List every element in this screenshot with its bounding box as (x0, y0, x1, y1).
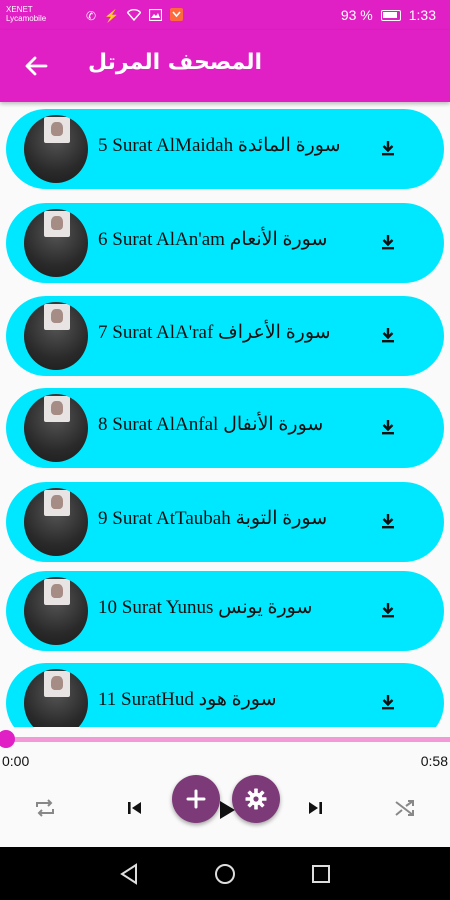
repeat-icon[interactable] (32, 795, 58, 821)
download-icon[interactable] (380, 418, 396, 436)
surah-list[interactable]: 5 Surat AlMaidah سورة المائدة 6 Surat Al… (0, 102, 450, 727)
arrow-back-icon[interactable] (22, 52, 50, 80)
image-icon (148, 8, 163, 23)
list-item[interactable]: 8 Surat AlAnfal سورة الأنفال (6, 388, 444, 468)
download-icon[interactable] (380, 693, 396, 711)
battery-percent: 93 % (340, 7, 373, 23)
reciter-avatar (24, 302, 88, 370)
app-bar: المصحف المرتل (0, 30, 450, 102)
download-icon[interactable] (380, 326, 396, 344)
reciter-avatar (24, 488, 88, 556)
seek-bar[interactable] (0, 727, 450, 751)
surah-title: 6 Surat AlAn'am سورة الأنعام (98, 229, 328, 250)
notification-icon (170, 8, 184, 23)
wifi-icon (126, 8, 142, 23)
phone-icon: ✆ (86, 8, 97, 23)
system-nav-bar (0, 847, 450, 900)
status-icons: ✆ ⚡ (86, 8, 184, 23)
seek-track[interactable] (8, 737, 450, 742)
download-icon[interactable] (380, 601, 396, 619)
nav-back-icon[interactable] (116, 861, 142, 887)
player-controls (0, 775, 450, 847)
download-icon[interactable] (380, 512, 396, 530)
nav-recents-icon[interactable] (308, 861, 334, 887)
list-item[interactable]: 6 Surat AlAn'am سورة الأنعام (6, 203, 444, 283)
plus-icon (186, 789, 206, 809)
settings-button[interactable] (232, 775, 280, 823)
download-icon[interactable] (380, 233, 396, 251)
carrier-subname: Lycamobile (6, 14, 47, 23)
surah-title: 7 Surat AlA'raf سورة الأعراف (98, 322, 331, 343)
surah-title: 11 SuratHud سورة هود (98, 689, 277, 710)
list-item[interactable]: 9 Surat AtTaubah سورة التوبة (6, 482, 444, 562)
shuffle-icon[interactable] (392, 795, 418, 821)
list-item[interactable]: 11 SuratHud سورة هود (6, 663, 444, 727)
total-duration: 0:58 (420, 753, 448, 769)
list-item[interactable]: 10 Surat Yunus سورة يونس (6, 571, 444, 651)
nav-home-icon[interactable] (212, 861, 238, 887)
surah-title: 8 Surat AlAnfal سورة الأنفال (98, 414, 324, 435)
surah-title: 10 Surat Yunus سورة يونس (98, 597, 313, 618)
download-icon[interactable] (380, 139, 396, 157)
list-item[interactable]: 7 Surat AlA'raf سورة الأعراف (6, 296, 444, 376)
page-title: المصحف المرتل (88, 50, 263, 75)
battery-icon (380, 9, 401, 21)
seek-thumb[interactable] (0, 730, 15, 748)
next-icon[interactable] (304, 797, 326, 819)
add-button[interactable] (172, 775, 220, 823)
previous-icon[interactable] (124, 797, 146, 819)
usb-icon: ⚡ (104, 8, 120, 23)
reciter-avatar (24, 577, 88, 645)
list-item[interactable]: 5 Surat AlMaidah سورة المائدة (6, 109, 444, 189)
surah-title: 9 Surat AtTaubah سورة التوبة (98, 508, 328, 529)
reciter-avatar (24, 115, 88, 183)
surah-title: 5 Surat AlMaidah سورة المائدة (98, 135, 341, 156)
clock: 1:33 (408, 7, 436, 23)
carrier-info: XENET Lycamobile (6, 5, 46, 23)
gear-icon (245, 788, 267, 810)
carrier-name: XENET (6, 5, 33, 14)
reciter-avatar (24, 669, 88, 727)
status-bar: XENET Lycamobile ✆ ⚡ 93 % 1:33 (0, 0, 450, 30)
reciter-avatar (24, 209, 88, 277)
status-right: 93 % 1:33 (341, 7, 436, 23)
reciter-avatar (24, 394, 88, 462)
elapsed-time: 0:00 (2, 753, 30, 769)
